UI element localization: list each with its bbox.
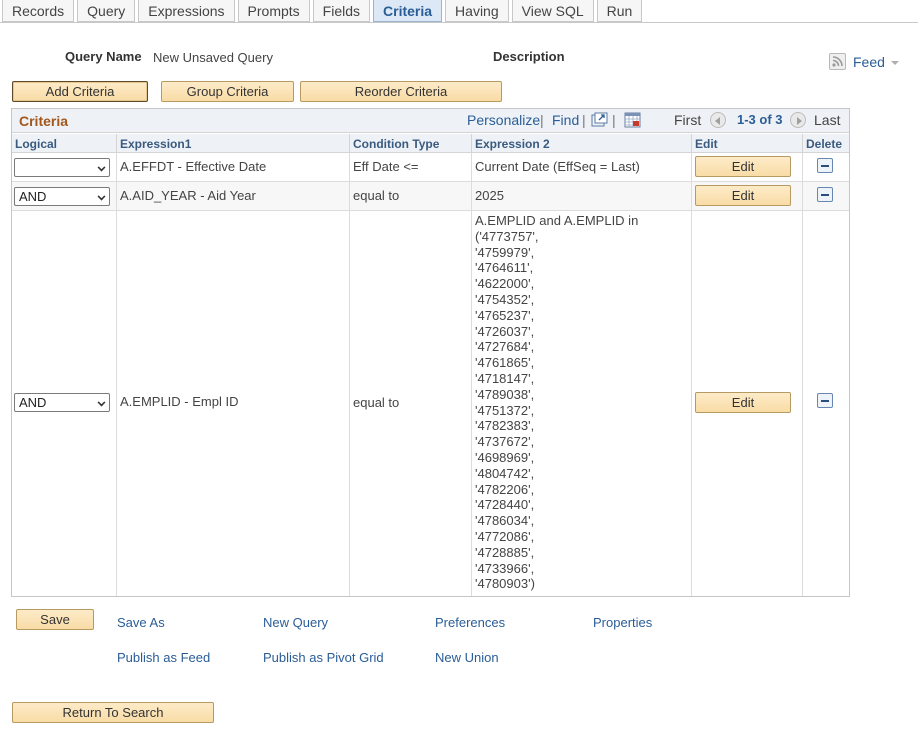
feed-icon — [829, 53, 846, 70]
last-label: Last — [814, 112, 841, 128]
tab-prompts[interactable]: Prompts — [237, 0, 310, 22]
col-delete: Delete — [803, 134, 849, 153]
edit-button[interactable]: Edit — [695, 156, 791, 177]
add-criteria-button[interactable]: Add Criteria — [12, 81, 148, 102]
tab-having[interactable]: Having — [445, 0, 509, 22]
chevron-down-icon — [97, 192, 106, 201]
tab-query[interactable]: Query — [77, 0, 136, 22]
chevron-down-icon — [97, 163, 106, 172]
nav-separator: | — [540, 112, 544, 128]
feed-dropdown[interactable]: Feed — [829, 53, 899, 70]
delete-cell — [803, 182, 849, 210]
col-expression2: Expression 2 — [472, 134, 692, 153]
expression2-cell: A.EMPLID and A.EMPLID in ('4773757', '47… — [472, 211, 692, 596]
row-range: 1-3 of 3 — [737, 112, 783, 127]
logical-cell: AND — [12, 182, 117, 210]
tab-fields[interactable]: Fields — [312, 0, 371, 22]
feed-label: Feed — [853, 53, 885, 70]
new-query-link[interactable]: New Query — [263, 615, 328, 630]
save-as-link[interactable]: Save As — [117, 615, 165, 630]
next-arrow-icon[interactable] — [790, 112, 806, 128]
expression1-cell: A.EMPLID - Empl ID — [117, 211, 350, 596]
tab-divider — [0, 22, 918, 23]
grid-header-bar: Criteria Personalize | Find | | First 1-… — [12, 109, 849, 133]
col-edit: Edit — [692, 134, 803, 153]
properties-link[interactable]: Properties — [593, 615, 652, 630]
table-row: AND A.AID_YEAR - Aid Year equal to 2025 … — [12, 182, 849, 211]
col-expression1: Expression1 — [117, 134, 350, 153]
logical-select[interactable] — [14, 158, 110, 177]
chevron-down-icon — [890, 60, 899, 65]
new-union-link[interactable]: New Union — [435, 650, 499, 665]
condition-cell: equal to — [350, 182, 472, 210]
delete-row-icon[interactable] — [817, 187, 833, 202]
delete-cell — [803, 153, 849, 181]
expression1-cell: A.EFFDT - Effective Date — [117, 153, 350, 181]
edit-cell: Edit — [692, 153, 803, 181]
delete-row-icon[interactable] — [817, 158, 833, 173]
tab-records[interactable]: Records — [2, 0, 75, 22]
col-logical: Logical — [12, 134, 117, 153]
col-condition-type: Condition Type — [350, 134, 472, 153]
table-row: AND A.EMPLID - Empl ID equal to A.EMPLID… — [12, 211, 849, 596]
first-label: First — [674, 112, 702, 128]
publish-as-feed-link[interactable]: Publish as Feed — [117, 650, 210, 665]
tab-expressions[interactable]: Expressions — [138, 0, 235, 22]
personalize-link[interactable]: Personalize — [467, 112, 540, 128]
return-to-search-button[interactable]: Return To Search — [12, 702, 214, 723]
delete-cell — [803, 211, 849, 596]
nav-separator: | — [582, 112, 586, 128]
edit-button[interactable]: Edit — [695, 185, 791, 206]
table-row: A.EFFDT - Effective Date Eff Date <= Cur… — [12, 153, 849, 182]
expression2-text: A.EMPLID and A.EMPLID in ('4773757', '47… — [475, 213, 639, 592]
publish-as-pivot-grid-link[interactable]: Publish as Pivot Grid — [263, 650, 384, 665]
chevron-down-icon — [97, 398, 106, 407]
description-label: Description — [493, 49, 565, 64]
edit-button[interactable]: Edit — [695, 392, 791, 413]
delete-row-icon[interactable] — [817, 393, 833, 408]
expression2-cell: 2025 — [472, 182, 692, 210]
query-name-value: New Unsaved Query — [153, 50, 273, 65]
query-name-label: Query Name — [65, 49, 142, 64]
grid-title: Criteria — [19, 113, 69, 129]
save-button[interactable]: Save — [16, 609, 94, 630]
edit-cell: Edit — [692, 211, 803, 596]
previous-arrow-icon[interactable] — [710, 112, 726, 128]
preferences-link[interactable]: Preferences — [435, 615, 505, 630]
logical-cell — [12, 153, 117, 181]
logical-cell: AND — [12, 211, 117, 596]
expression1-cell: A.AID_YEAR - Aid Year — [117, 182, 350, 210]
tab-bar: Records Query Expressions Prompts Fields… — [2, 0, 645, 22]
condition-cell: equal to — [350, 211, 472, 596]
tab-run[interactable]: Run — [596, 0, 643, 22]
reorder-criteria-button[interactable]: Reorder Criteria — [300, 81, 502, 102]
logical-select[interactable]: AND — [14, 187, 110, 206]
logical-select[interactable]: AND — [14, 393, 110, 412]
criteria-grid: Criteria Personalize | Find | | First 1-… — [11, 108, 850, 597]
group-criteria-button[interactable]: Group Criteria — [161, 81, 294, 102]
nav-separator: | — [612, 112, 616, 128]
tab-view-sql[interactable]: View SQL — [511, 0, 594, 22]
expression2-cell: Current Date (EffSeq = Last) — [472, 153, 692, 181]
view-all-icon[interactable] — [591, 112, 608, 128]
edit-cell: Edit — [692, 182, 803, 210]
find-link[interactable]: Find — [552, 112, 579, 128]
condition-cell: Eff Date <= — [350, 153, 472, 181]
download-spreadsheet-icon[interactable] — [624, 112, 641, 128]
tab-criteria[interactable]: Criteria — [373, 0, 443, 22]
